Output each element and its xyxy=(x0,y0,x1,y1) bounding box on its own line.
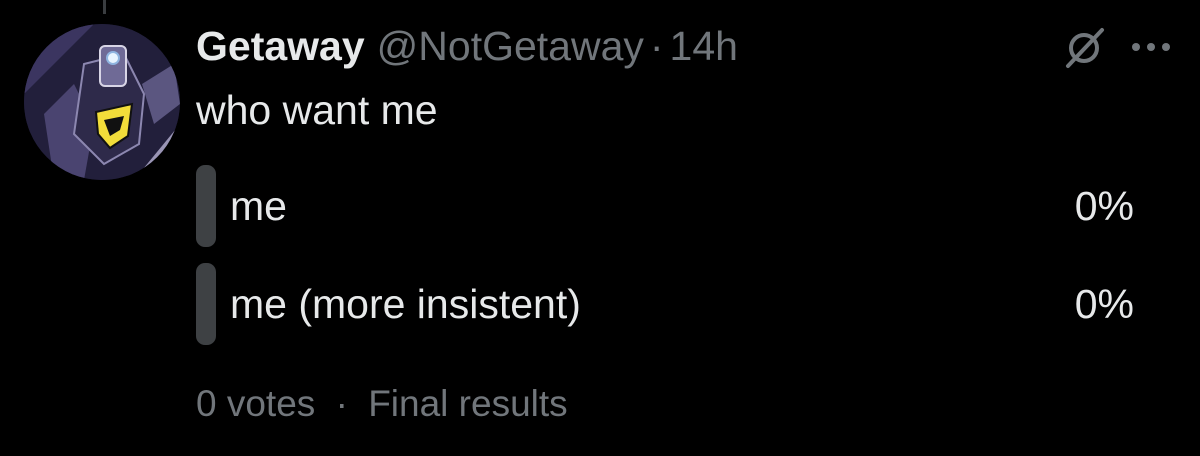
grok-icon[interactable] xyxy=(1062,24,1108,70)
poll-result-bar xyxy=(196,165,216,247)
header-separator: · xyxy=(649,23,664,69)
thread-connector-line xyxy=(103,0,106,14)
robot-avatar-icon xyxy=(24,24,180,180)
poll-vote-count: 0 votes xyxy=(196,383,316,424)
more-icon[interactable] xyxy=(1130,40,1172,54)
poll-option-percent: 0% xyxy=(1074,281,1134,327)
poll-footer-separator: · xyxy=(335,383,348,424)
tweet-text: who want me xyxy=(196,87,438,133)
display-name[interactable]: Getaway xyxy=(196,20,365,72)
poll-option: me 0% xyxy=(196,165,1146,247)
poll-footer: 0 votes · Final results xyxy=(196,378,568,430)
poll-option: me (more insistent) 0% xyxy=(196,263,1146,345)
user-handle[interactable]: @NotGetaway xyxy=(377,20,644,72)
poll-option-percent: 0% xyxy=(1074,183,1134,229)
avatar[interactable] xyxy=(24,24,180,180)
poll: me 0% me (more insistent) 0% xyxy=(196,165,1146,361)
poll-result-bar xyxy=(196,263,216,345)
poll-option-label: me (more insistent) xyxy=(230,281,581,327)
tweet-header: Getaway @NotGetaway · 14h xyxy=(196,20,738,72)
poll-option-label: me xyxy=(230,183,287,229)
poll-status: Final results xyxy=(368,383,568,424)
timestamp[interactable]: 14h xyxy=(670,20,738,72)
header-actions xyxy=(1062,24,1172,70)
